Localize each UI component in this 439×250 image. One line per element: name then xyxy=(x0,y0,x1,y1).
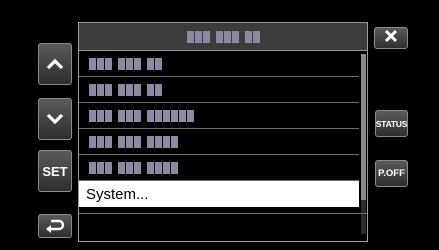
power-off-button-label: P.OFF xyxy=(378,168,405,179)
chevron-down-icon xyxy=(46,113,64,125)
scroll-down-button[interactable] xyxy=(38,98,72,140)
menu-item[interactable] xyxy=(79,51,359,77)
back-button[interactable] xyxy=(38,214,72,238)
menu-item-label-pixelated xyxy=(89,135,178,148)
scroll-up-button[interactable] xyxy=(38,43,72,85)
power-off-button[interactable]: P.OFF xyxy=(375,160,408,187)
menu-item[interactable] xyxy=(79,129,359,155)
set-button-label: SET xyxy=(42,163,68,179)
status-button[interactable]: STATUS xyxy=(375,110,408,137)
menu-panel: System... xyxy=(78,22,368,242)
menu-item-label-pixelated xyxy=(89,109,194,122)
menu-item[interactable] xyxy=(79,103,359,129)
set-button[interactable]: SET xyxy=(38,150,72,192)
close-icon xyxy=(384,29,398,48)
menu-list: System... xyxy=(79,51,359,207)
menu-item-selected[interactable]: System... xyxy=(79,181,359,207)
return-arrow-icon xyxy=(45,219,65,233)
menu-bottom-row xyxy=(79,213,367,241)
menu-title-bar xyxy=(79,23,367,51)
status-button-label: STATUS xyxy=(375,118,408,129)
menu-title-pixelated xyxy=(186,30,260,43)
scrollbar[interactable] xyxy=(361,54,366,234)
menu-item[interactable] xyxy=(79,155,359,181)
camera-menu-screen: SET System... STATUS P.OFF xyxy=(0,0,439,250)
scrollbar-thumb[interactable] xyxy=(361,54,366,200)
menu-item-label-pixelated xyxy=(89,57,162,70)
close-button[interactable] xyxy=(374,27,408,49)
menu-item-label-pixelated xyxy=(89,161,178,174)
menu-item-label: System... xyxy=(86,185,149,203)
chevron-up-icon xyxy=(46,58,64,70)
menu-item[interactable] xyxy=(79,77,359,103)
menu-item-label-pixelated xyxy=(89,83,162,96)
